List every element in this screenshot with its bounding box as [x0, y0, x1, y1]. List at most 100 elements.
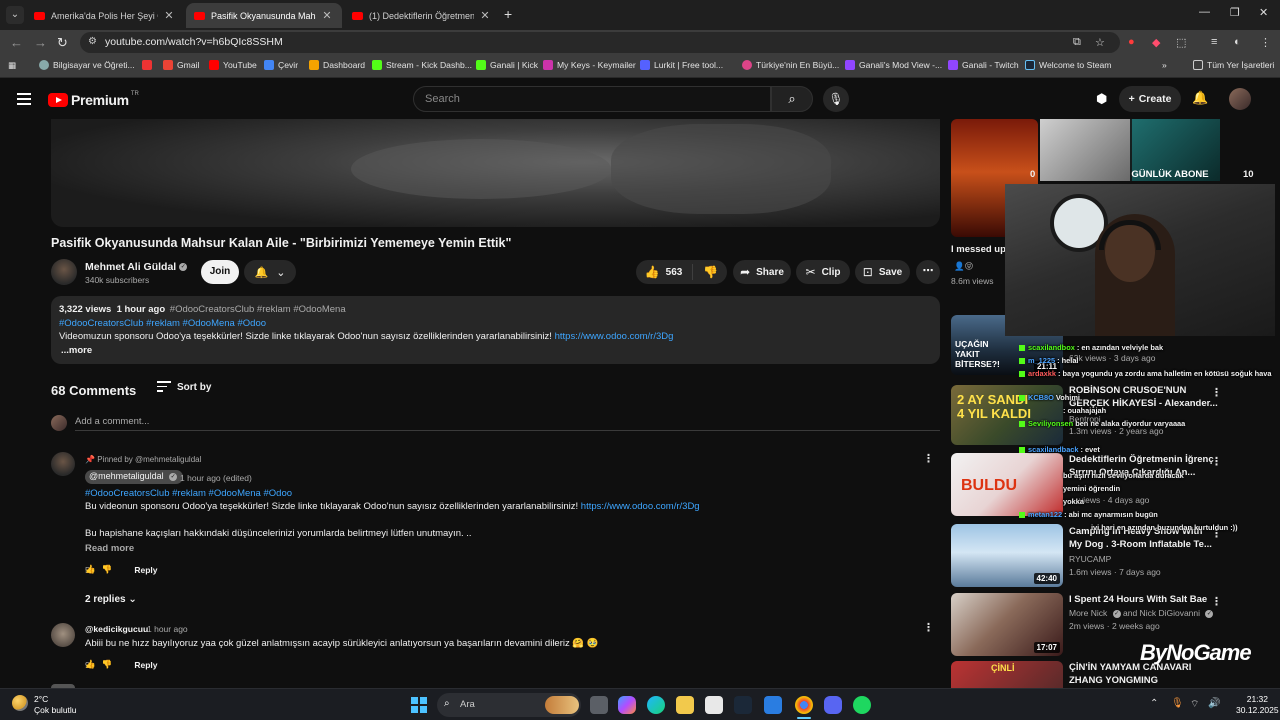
- related-video-title-line2[interactable]: ZHANG YONGMING: [1069, 675, 1158, 686]
- weather-icon[interactable]: [12, 695, 28, 711]
- related-video-channel[interactable]: More Nick ✓ and Nick DiGiovanni ✓: [1069, 608, 1214, 618]
- discord-icon[interactable]: [824, 696, 842, 714]
- related-video-title[interactable]: ROBİNSON CRUSOE'NUN: [1069, 385, 1186, 396]
- bookmark-item[interactable]: Gmail: [163, 60, 199, 70]
- share-button[interactable]: ➦ Share: [733, 260, 791, 284]
- like-icon[interactable]: 👍: [645, 265, 660, 279]
- network-icon[interactable]: ⌔: [1190, 698, 1199, 711]
- close-tab-icon[interactable]: ✕: [162, 9, 176, 22]
- file-explorer-icon[interactable]: [676, 696, 694, 714]
- microphone-tray-icon[interactable]: 🎙: [1171, 698, 1184, 709]
- video-thumbnail[interactable]: 17:07: [951, 593, 1063, 656]
- steam-icon[interactable]: [734, 696, 752, 714]
- extension-red-icon[interactable]: ●: [1128, 36, 1135, 48]
- tray-chevron-icon[interactable]: ⌃: [1150, 698, 1158, 709]
- like-icon[interactable]: 👍: [85, 659, 96, 670]
- description-hashtags[interactable]: #OdooCreatorsClub #reklam #OdooMena #Odo…: [59, 318, 266, 329]
- profile-icon[interactable]: ◐: [1234, 36, 1241, 48]
- comment-avatar[interactable]: [51, 623, 75, 647]
- meta-hashtags[interactable]: #OdooCreatorsClub #reklam #OdooMena: [170, 304, 346, 315]
- comment-menu-icon[interactable]: ⋮: [923, 452, 934, 465]
- sort-by-button[interactable]: Sort by: [157, 381, 211, 395]
- channel-avatar[interactable]: [51, 259, 77, 285]
- omnibox[interactable]: ⚙ youtube.com/watch?v=h6bQIc8SSHM: [80, 32, 1120, 53]
- video-thumbnail[interactable]: 42:40: [951, 524, 1063, 587]
- reload-icon[interactable]: ↻: [57, 35, 68, 51]
- join-button[interactable]: Join: [201, 260, 239, 284]
- bookmark-item[interactable]: Stream - Kick Dashb...: [372, 60, 472, 70]
- mail-icon[interactable]: [764, 696, 782, 714]
- comment-time[interactable]: 1 hour ago (edited): [180, 473, 252, 483]
- bookmark-item[interactable]: Welcome to Steam: [1025, 60, 1111, 70]
- install-app-icon[interactable]: ⧉: [1073, 36, 1081, 49]
- subscription-bell-button[interactable]: 🔔 ⌄: [244, 260, 296, 284]
- create-button[interactable]: + Create: [1119, 86, 1181, 112]
- all-bookmarks[interactable]: Tüm Yer İşaretleri: [1193, 60, 1274, 70]
- tab-search-icon[interactable]: ⌄: [6, 6, 24, 24]
- bookmark-item[interactable]: [142, 60, 156, 70]
- close-tab-icon[interactable]: ✕: [320, 9, 334, 22]
- video-thumbnail[interactable]: BULDU: [951, 453, 1063, 516]
- bookmark-item[interactable]: Bilgisayar ve Öğreti...: [39, 60, 135, 70]
- description-box[interactable]: 3,322 views 1 hour ago #OdooCreatorsClub…: [51, 296, 940, 364]
- more-bookmarks-icon[interactable]: »: [1162, 60, 1167, 70]
- new-tab-icon[interactable]: +: [504, 6, 512, 22]
- video-menu-icon[interactable]: ⋮: [1211, 386, 1222, 399]
- voice-search-button[interactable]: 🎙: [823, 86, 849, 112]
- close-tab-icon[interactable]: ✕: [478, 9, 492, 22]
- bookmark-item[interactable]: Lurkit | Free tool...: [640, 60, 723, 70]
- minimize-icon[interactable]: —: [1199, 6, 1210, 18]
- comment-hashtags[interactable]: #OdooCreatorsClub #reklam #OdooMena #Odo…: [85, 488, 292, 499]
- video-menu-icon[interactable]: ⋮: [1211, 455, 1222, 468]
- add-comment-input[interactable]: Add a comment...: [75, 416, 149, 427]
- comment-time[interactable]: 1 hour ago: [147, 624, 188, 634]
- like-count[interactable]: 563: [666, 267, 683, 278]
- bookmark-item[interactable]: My Keys - Keymailer: [543, 60, 636, 70]
- channel-name[interactable]: Mehmet Ali Güldal ✓: [85, 261, 188, 273]
- url-text[interactable]: youtube.com/watch?v=h6bQIc8SSHM: [105, 36, 283, 48]
- related-video-channel[interactable]: RYUCAMP: [1069, 554, 1111, 564]
- bookmark-star-icon[interactable]: ☆: [1095, 36, 1105, 49]
- save-button[interactable]: ⊡ Save: [855, 260, 910, 284]
- cast-icon[interactable]: ⬢: [1096, 91, 1107, 107]
- dislike-icon[interactable]: 👎: [102, 564, 113, 575]
- bookmark-item[interactable]: Dashboard: [309, 60, 365, 70]
- start-button-icon[interactable]: [411, 697, 427, 713]
- description-link[interactable]: https://www.odoo.com/r/3Dg: [555, 331, 674, 342]
- back-icon[interactable]: ←: [10, 35, 23, 50]
- reply-button[interactable]: Reply: [134, 565, 157, 575]
- browser-tab-2[interactable]: Pasifik Okyanusunda Mahsur Kal ✕: [186, 3, 342, 28]
- comment-link[interactable]: https://www.odoo.com/r/3Dg: [581, 501, 700, 512]
- related-video-title[interactable]: I Spent 24 Hours With Salt Bae: [1069, 594, 1207, 605]
- bookmark-item[interactable]: Türkiye'nin En Büyü...: [742, 60, 839, 70]
- video-thumbnail[interactable]: ÇİNLİ: [951, 661, 1063, 688]
- related-video-title[interactable]: Dedektiflerin Öğretmenin İğrenç: [1069, 454, 1214, 465]
- extensions-puzzle-icon[interactable]: ⬚: [1176, 36, 1186, 49]
- dislike-icon[interactable]: 👎: [703, 265, 718, 279]
- show-more-button[interactable]: ...more: [61, 345, 92, 356]
- edge-icon[interactable]: [647, 696, 665, 714]
- reply-button[interactable]: Reply: [134, 660, 157, 670]
- comment-author[interactable]: @kedicikgucuu: [85, 624, 148, 634]
- bookmark-item[interactable]: Ganali's Mod View -...: [845, 60, 942, 70]
- comment-avatar[interactable]: [51, 452, 75, 476]
- bookmark-item[interactable]: YouTube: [209, 60, 257, 70]
- system-clock[interactable]: 21:32 30.12.2025: [1236, 694, 1279, 716]
- account-avatar[interactable]: [1229, 88, 1251, 110]
- close-window-icon[interactable]: ✕: [1259, 6, 1268, 19]
- like-icon[interactable]: 👍: [85, 564, 96, 575]
- clip-button[interactable]: ✂ Clip: [796, 260, 850, 284]
- volume-icon[interactable]: 🔊: [1208, 698, 1220, 709]
- browser-tab-3[interactable]: (1) Dedektiflerin Öğretmenin İğre ✕: [344, 3, 500, 28]
- youtube-logo[interactable]: Premium TR: [48, 91, 139, 108]
- maximize-icon[interactable]: ❐: [1230, 6, 1240, 19]
- more-actions-icon[interactable]: ⋯: [916, 260, 940, 284]
- extension-tp-icon[interactable]: ◆: [1152, 36, 1160, 49]
- comment-author-chip[interactable]: @mehmetaliguldal ✓: [85, 470, 184, 484]
- video-player[interactable]: [51, 119, 940, 227]
- dislike-icon[interactable]: 👎: [102, 659, 113, 670]
- comment-menu-icon[interactable]: ⋮: [923, 621, 934, 634]
- taskbar-search[interactable]: ⌕ Ara: [437, 693, 581, 717]
- browser-tab-1[interactable]: Amerika'da Polis Her Şeyi Görüy ✕: [26, 3, 184, 28]
- browser-menu-icon[interactable]: ⋮: [1260, 36, 1271, 49]
